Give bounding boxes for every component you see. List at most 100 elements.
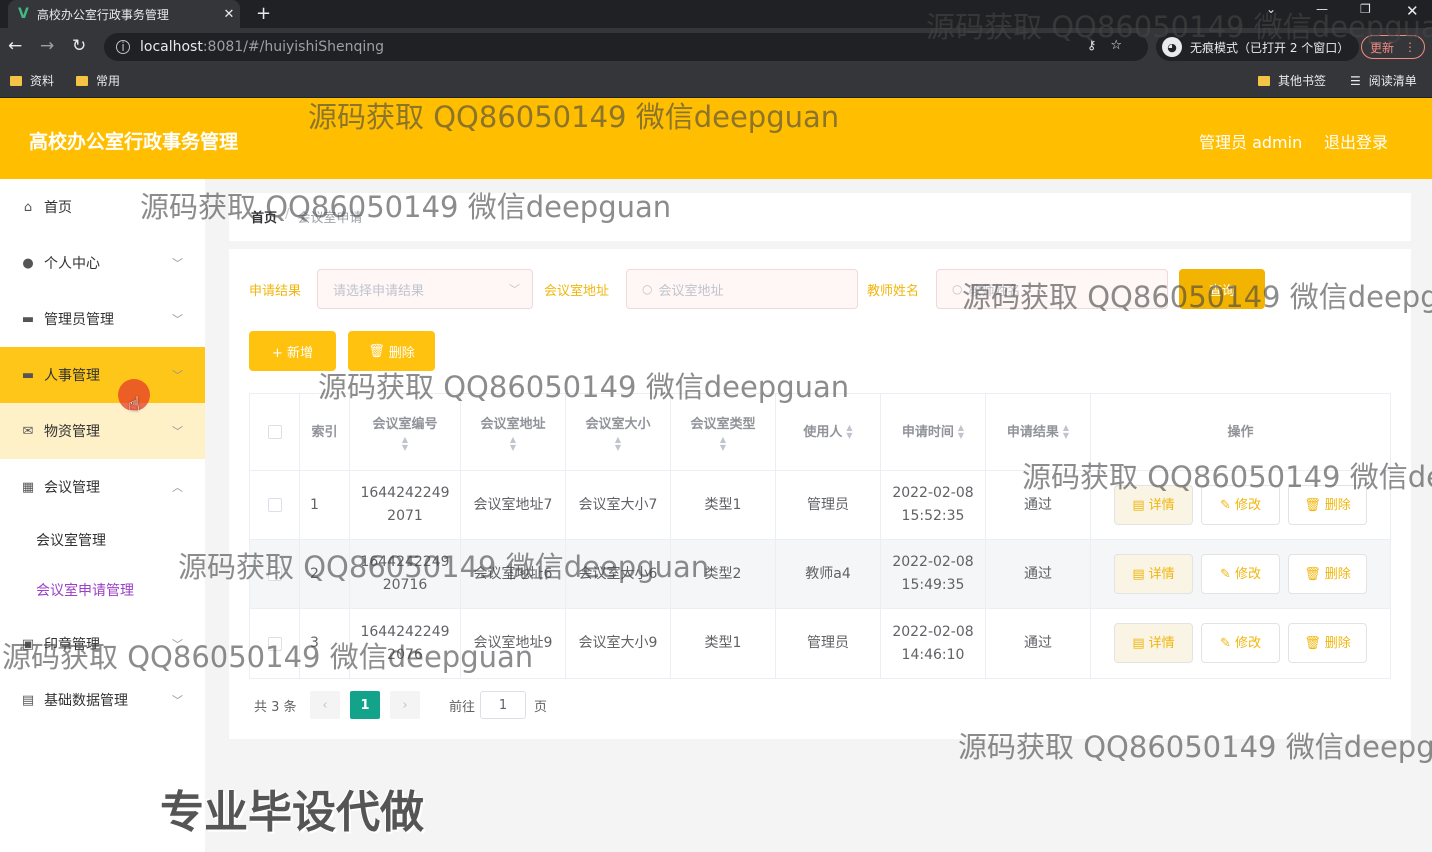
select-all-checkbox[interactable] <box>267 425 282 439</box>
delete-button[interactable]: 🗑 删除 <box>1288 554 1367 594</box>
browser-tab[interactable]: V 高校办公室行政事务管理 ✕ <box>8 0 240 28</box>
folder-icon: ▬ <box>21 367 35 383</box>
header-label: 操作 <box>1227 424 1254 440</box>
search-icon: ○ <box>952 282 963 296</box>
time-cell: 2022-02-08 15:52:35 <box>881 471 986 539</box>
other-bookmarks[interactable]: 其他书签 <box>1258 72 1326 89</box>
current-page-button[interactable]: 1 <box>350 691 380 719</box>
result-filter-label: 申请结果 <box>249 284 302 299</box>
forward-icon[interactable]: → <box>40 36 54 56</box>
bookmark-folder[interactable]: 资料 <box>10 72 54 89</box>
bookmark-label: 常用 <box>96 74 121 88</box>
chevron-down-icon: ﹀ <box>509 283 520 296</box>
header-label: 会议室地址 <box>480 416 546 432</box>
teacher-filter-label: 教师姓名 <box>867 284 920 299</box>
sidebar-item-label: 会议管理 <box>44 480 100 496</box>
user-value: 管理员 <box>807 635 849 651</box>
edit-label: 修改 <box>1234 566 1261 582</box>
sidebar-item-meetings[interactable]: ▦ 会议管理 ︿ <box>0 459 205 515</box>
sidebar-item-personnel[interactable]: ▬ 人事管理 ﹀ <box>0 347 205 403</box>
header-label: 会议室大小 <box>585 416 651 432</box>
type-cell: 类型1 <box>671 471 776 539</box>
hand-cursor-icon: ☝ <box>128 392 141 416</box>
watermark: 源码获取 QQ86050149 微信deepguan <box>140 190 672 224</box>
detail-label: 详情 <box>1148 566 1175 582</box>
folder-icon <box>1258 75 1270 86</box>
sidebar-item-supplies[interactable]: ✉ 物资管理 ﹀ <box>0 403 205 459</box>
trash-icon: 🗑 <box>1304 497 1321 513</box>
sidebar-subitem-room-apply[interactable]: 会议室申请管理 <box>0 565 205 615</box>
folder-icon <box>10 75 22 86</box>
time-cell: 2022-02-08 14:46:10 <box>881 609 986 678</box>
user-value: 管理员 <box>807 496 849 513</box>
home-icon: ⌂ <box>23 199 33 215</box>
sidebar-item-personal[interactable]: ● 个人中心 ﹀ <box>0 235 205 291</box>
sort-icon[interactable]: ▲ ▼ <box>1063 424 1069 440</box>
close-tab-icon[interactable]: ✕ <box>218 7 240 22</box>
back-icon[interactable]: ← <box>8 36 22 56</box>
next-page-icon[interactable]: › <box>390 691 420 719</box>
sort-icon[interactable]: ▲ ▼ <box>402 435 408 452</box>
detail-button[interactable]: ▤ 详情 <box>1114 623 1193 663</box>
result-select[interactable]: 请选择申请结果 ﹀ <box>317 269 533 309</box>
sort-icon[interactable]: ▲ ▼ <box>720 435 726 452</box>
delete-label: 删除 <box>1324 566 1351 582</box>
row-checkbox[interactable] <box>267 498 282 512</box>
address-search-input[interactable]: ○ 会议室地址 <box>626 269 858 309</box>
search-icon: ○ <box>642 282 653 296</box>
delete-button[interactable]: 🗑 删除 <box>1288 623 1367 663</box>
detail-button[interactable]: ▤ 详情 <box>1114 554 1193 594</box>
watermark: 源码获取 QQ86050149 微信deepguan <box>2 640 534 674</box>
watermark: 源码获取 QQ86050149 微信deepguan <box>178 550 710 584</box>
sidebar: ⌂ 首页 ● 个人中心 ﹀ ▬ 管理员管理 ﹀ ▬ 人事管理 ﹀ ✉ 物资管理 ﹀ ▦ 会议管理 ︿ … <box>0 179 205 852</box>
chevron-down-icon: ﹀ <box>172 425 183 438</box>
edit-button[interactable]: ✎ 修改 <box>1201 623 1280 663</box>
type-cell: 类型1 <box>671 609 776 678</box>
time-value: 15:49:35 <box>901 577 965 593</box>
prev-page-icon[interactable]: ‹ <box>310 691 340 719</box>
user-value: 教师a4 <box>805 565 851 582</box>
new-tab-icon[interactable]: + <box>256 3 271 24</box>
address-cell: 会议室地址7 <box>461 471 566 539</box>
edit-icon: ✎ <box>1220 497 1231 513</box>
sidebar-subitem-room-manage[interactable]: 会议室管理 <box>0 515 205 565</box>
sidebar-item-label: 物资管理 <box>44 424 100 440</box>
logout-link[interactable]: 退出登录 <box>1324 129 1388 153</box>
header-label: 申请时间 <box>901 424 954 440</box>
sort-icon[interactable]: ▲ ▼ <box>958 424 964 440</box>
sort-icon[interactable]: ▲ ▼ <box>510 435 516 452</box>
reading-list[interactable]: ☰ 阅读清单 <box>1350 72 1417 89</box>
goto-page-input[interactable]: 1 <box>480 691 526 719</box>
bookmark-label: 资料 <box>30 74 55 88</box>
index-value: 1 <box>310 496 319 513</box>
header-label: 使用人 <box>803 424 843 440</box>
chevron-down-icon: ﹀ <box>172 694 183 707</box>
reload-icon[interactable]: ↻ <box>72 36 86 56</box>
time-cell: 2022-02-08 15:49:35 <box>881 540 986 608</box>
site-info-icon[interactable]: i <box>116 40 130 54</box>
sidebar-item-label: 会议室申请管理 <box>36 583 134 599</box>
sidebar-item-admin[interactable]: ▬ 管理员管理 ﹀ <box>0 291 205 347</box>
sidebar-item-label: 个人中心 <box>44 256 100 272</box>
type-value: 类型2 <box>704 565 742 582</box>
result-select-placeholder: 请选择申请结果 <box>333 283 425 299</box>
url-path: :8081/#/huiyishiShenqing <box>202 39 385 55</box>
url-host: localhost <box>140 39 203 55</box>
reading-list-icon: ☰ <box>1350 73 1361 88</box>
edit-icon: ✎ <box>1220 635 1231 651</box>
size-cell: 会议室大小9 <box>566 609 671 678</box>
watermark: 源码获取 QQ86050149 微信deepg <box>958 730 1432 764</box>
sort-icon[interactable]: ▲ ▼ <box>615 435 621 452</box>
sidebar-item-basic-data[interactable]: ▤ 基础数据管理 ﹀ <box>0 672 205 728</box>
bookmark-folder[interactable]: 常用 <box>76 72 120 89</box>
chevron-down-icon: ﹀ <box>172 313 183 326</box>
result-cell: 通过 <box>986 609 1091 678</box>
total-count: 共 3 条 <box>254 699 297 715</box>
edit-label: 修改 <box>1234 635 1261 651</box>
sort-icon[interactable]: ▲ ▼ <box>846 424 852 440</box>
user-cell: 管理员 <box>776 609 881 678</box>
column-header[interactable]: 申请时间 ▲ ▼ <box>881 394 986 470</box>
result-value: 通过 <box>1024 565 1052 582</box>
admin-link[interactable]: 管理员 admin <box>1199 129 1302 153</box>
edit-button[interactable]: ✎ 修改 <box>1201 554 1280 594</box>
